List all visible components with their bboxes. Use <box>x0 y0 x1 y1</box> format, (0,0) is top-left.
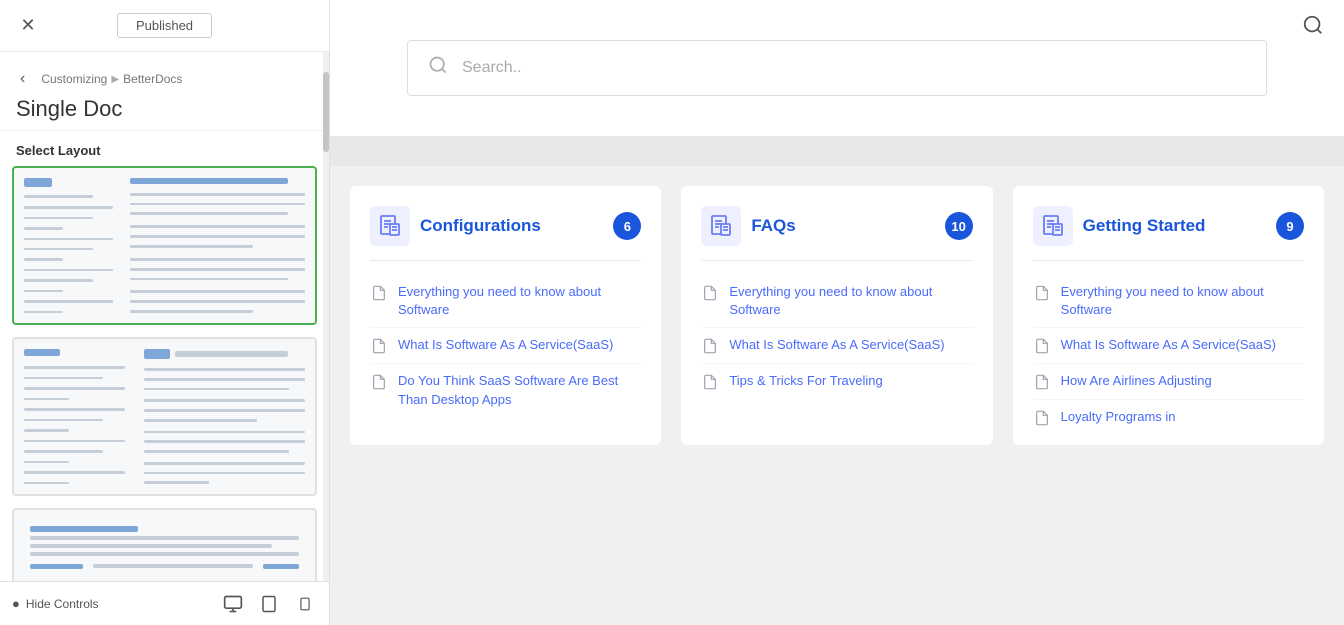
doc-item-text[interactable]: Tips & Tricks For Traveling <box>729 372 882 390</box>
card-header-faqs: FAQs 10 <box>701 206 972 261</box>
doc-item: Everything you need to know about Softwa… <box>370 275 641 328</box>
layout-preview-3 <box>14 510 315 581</box>
bottom-bar: ● Hide Controls <box>0 581 329 625</box>
card-header-configurations: Configurations 6 <box>370 206 641 261</box>
doc-item: What Is Software As A Service(SaaS) <box>701 328 972 364</box>
doc-item-text[interactable]: What Is Software As A Service(SaaS) <box>729 336 944 354</box>
breadcrumb-parent: Customizing <box>41 72 107 86</box>
top-bar: ✕ Published <box>0 0 329 52</box>
doc-item: Everything you need to know about Softwa… <box>1033 275 1304 328</box>
breadcrumb-separator: ▶ <box>111 74 119 85</box>
card-icon-faqs <box>701 206 741 246</box>
left-scrollbar <box>323 52 329 581</box>
published-label: Published <box>136 18 193 33</box>
doc-card-configurations: Configurations 6 Everything you need to kn… <box>350 186 661 445</box>
doc-item: What Is Software As A Service(SaaS) <box>1033 328 1304 364</box>
doc-card-faqs: FAQs 10 Everything you need to know about … <box>681 186 992 445</box>
layout-preview-2 <box>14 339 315 494</box>
doc-item-text[interactable]: What Is Software As A Service(SaaS) <box>1061 336 1276 354</box>
card-title-configurations: Configurations <box>420 216 603 236</box>
layout-right-col <box>130 178 305 313</box>
page-title: Single Doc <box>16 96 313 122</box>
card-icon-getting-started <box>1033 206 1073 246</box>
doc-item-text[interactable]: Everything you need to know about Softwa… <box>398 283 641 319</box>
doc-item-icon <box>1033 409 1051 427</box>
doc-item-icon <box>701 284 719 302</box>
search-box[interactable]: Search.. <box>407 40 1267 96</box>
layout3-content <box>24 520 305 580</box>
card-count-getting-started: 9 <box>1276 212 1304 240</box>
published-badge[interactable]: Published <box>117 13 212 38</box>
search-icon <box>428 55 448 81</box>
doc-item: How Are Airlines Adjusting <box>1033 364 1304 400</box>
close-icon: ✕ <box>20 15 35 36</box>
card-icon-configurations <box>370 206 410 246</box>
gray-band <box>330 136 1344 166</box>
back-button[interactable]: ‹ <box>16 66 29 92</box>
doc-item-icon <box>701 373 719 391</box>
doc-item: What Is Software As A Service(SaaS) <box>370 328 641 364</box>
card-count-faqs: 10 <box>945 212 973 240</box>
card-title-getting-started: Getting Started <box>1083 216 1266 236</box>
doc-item: Tips & Tricks For Traveling <box>701 364 972 399</box>
search-placeholder: Search.. <box>462 59 522 77</box>
cards-section: Configurations 6 Everything you need to kn… <box>330 166 1344 445</box>
doc-item-text[interactable]: Everything you need to know about Softwa… <box>1061 283 1304 319</box>
doc-item-icon <box>370 284 388 302</box>
doc-item-icon <box>370 373 388 391</box>
close-button[interactable]: ✕ <box>16 14 40 38</box>
doc-item: Do You Think SaaS Software Are Best Than… <box>370 364 641 416</box>
tablet-view-button[interactable] <box>257 592 281 616</box>
doc-item-icon <box>1033 284 1051 302</box>
doc-item-text[interactable]: Do You Think SaaS Software Are Best Than… <box>398 372 641 408</box>
layout-left-col <box>24 178 122 313</box>
desktop-view-button[interactable] <box>221 592 245 616</box>
doc-item-text[interactable]: Loyalty Programs in <box>1061 408 1176 426</box>
card-title-faqs: FAQs <box>751 216 934 236</box>
search-section: Search.. <box>330 0 1344 136</box>
select-layout-label: Select Layout <box>0 131 329 166</box>
doc-item-icon <box>370 337 388 355</box>
layout2-left <box>24 349 136 484</box>
layout-preview-1 <box>14 168 315 323</box>
card-header-getting-started: Getting Started 9 <box>1033 206 1304 261</box>
doc-item-icon <box>1033 373 1051 391</box>
left-panel: ✕ Published ‹ Customizing ▶ BetterDocs S… <box>0 0 330 625</box>
main-content: Search.. Configurations 6 Everything you n… <box>330 0 1344 625</box>
doc-card-getting-started: Getting Started 9 Everything you need to k… <box>1013 186 1324 445</box>
doc-item-text[interactable]: What Is Software As A Service(SaaS) <box>398 336 613 354</box>
mobile-view-button[interactable] <box>293 592 317 616</box>
layout-card-1[interactable] <box>12 166 317 325</box>
card-count-configurations: 6 <box>613 212 641 240</box>
doc-item: Everything you need to know about Softwa… <box>701 275 972 328</box>
doc-item: Loyalty Programs in <box>1033 400 1304 435</box>
layout-scroll <box>0 166 329 581</box>
left-scrollbar-thumb <box>323 72 329 152</box>
breadcrumb: Customizing ▶ BetterDocs <box>41 72 182 86</box>
doc-item-icon <box>701 337 719 355</box>
back-icon: ‹ <box>20 70 25 88</box>
doc-item-text[interactable]: Everything you need to know about Softwa… <box>729 283 972 319</box>
top-search-icon[interactable] <box>1302 14 1324 42</box>
layout2-right <box>144 349 305 484</box>
doc-item-icon <box>1033 337 1051 355</box>
doc-item-text[interactable]: How Are Airlines Adjusting <box>1061 372 1212 390</box>
breadcrumb-area: ‹ Customizing ▶ BetterDocs Single Doc <box>0 52 329 131</box>
breadcrumb-child: BetterDocs <box>123 72 182 86</box>
hide-controls-icon: ● <box>12 596 20 611</box>
layout-card-3[interactable] <box>12 508 317 581</box>
hide-controls-button[interactable]: ● Hide Controls <box>12 596 99 611</box>
hide-controls-label: Hide Controls <box>26 597 99 611</box>
layout-card-2[interactable] <box>12 337 317 496</box>
